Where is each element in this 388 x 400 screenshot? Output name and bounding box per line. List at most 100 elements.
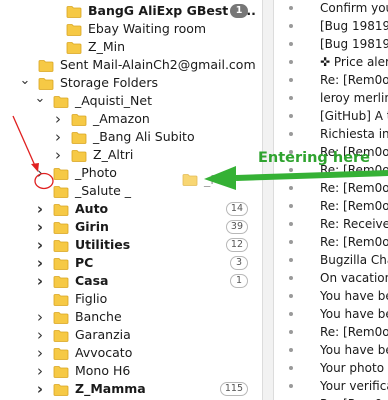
message-row[interactable]: Re: [Rem0o/ xyxy=(274,323,388,341)
folder-item[interactable]: › Garanzia xyxy=(0,326,250,344)
folder-item[interactable]: Ebay Waiting room xyxy=(0,20,250,38)
unread-count-badge: 14 xyxy=(225,202,248,216)
read-status-dot-icon[interactable] xyxy=(289,96,293,100)
chevron-down-icon[interactable]: ⌄ xyxy=(17,71,33,89)
message-row[interactable]: Your photo r xyxy=(274,359,388,377)
pane-splitter[interactable] xyxy=(262,0,274,400)
chevron-down-icon[interactable]: ⌄ xyxy=(32,89,48,107)
folder-item[interactable]: › Z_Mamma 115 xyxy=(0,380,250,398)
folder-item[interactable]: › Girin 39 xyxy=(0,218,250,236)
folder-icon xyxy=(71,113,87,126)
read-status-dot-icon[interactable] xyxy=(289,168,293,172)
message-row[interactable]: Re: [Rem0o/ xyxy=(274,179,388,197)
message-row[interactable]: You have bee xyxy=(274,341,388,359)
unread-count-badge: 115 xyxy=(219,382,248,396)
read-status-dot-icon[interactable] xyxy=(289,132,293,136)
chevron-right-icon[interactable]: › xyxy=(50,146,66,164)
read-status-dot-icon[interactable] xyxy=(289,348,293,352)
folder-item[interactable]: ⌄ _Aquisti_Net xyxy=(0,89,250,110)
folder-label: _Photo xyxy=(75,165,117,180)
read-status-dot-icon[interactable] xyxy=(289,78,293,82)
message-subject: ✜ Price alert xyxy=(320,55,388,69)
message-row[interactable]: You have bee xyxy=(274,287,388,305)
message-subject: Re: [Rem0o/ xyxy=(320,395,388,400)
chevron-right-icon[interactable]: › xyxy=(32,362,48,380)
read-status-dot-icon[interactable] xyxy=(289,294,293,298)
message-row[interactable]: Re: [Rem0o/ xyxy=(274,197,388,215)
chevron-right-icon[interactable]: › xyxy=(32,218,48,236)
chevron-right-icon[interactable]: › xyxy=(32,200,48,218)
message-list: Confirm you [Bug 198199 [Bug 198199 ✜ Price… xyxy=(274,0,388,400)
read-status-dot-icon[interactable] xyxy=(289,6,293,10)
folder-item[interactable]: Z_Min xyxy=(0,38,250,56)
read-status-dot-icon[interactable] xyxy=(289,258,293,262)
folder-icon xyxy=(53,239,69,252)
message-row[interactable]: [Bug 198199 xyxy=(274,17,388,35)
folder-item[interactable]: › Mono H6 xyxy=(0,362,250,380)
message-row[interactable]: You have bee xyxy=(274,305,388,323)
chevron-right-icon[interactable]: › xyxy=(50,110,66,128)
chevron-right-icon[interactable]: › xyxy=(32,308,48,326)
message-row[interactable]: leroy merlin xyxy=(274,89,388,107)
message-subject: You have bee xyxy=(320,289,388,303)
message-row[interactable]: Confirm you xyxy=(274,0,388,17)
chevron-right-icon[interactable]: › xyxy=(32,380,48,398)
chevron-right-icon[interactable]: › xyxy=(32,344,48,362)
message-subject: On vacation xyxy=(320,271,388,285)
message-row[interactable]: Richiesta info xyxy=(274,125,388,143)
chevron-right-icon[interactable]: › xyxy=(32,272,48,290)
message-row[interactable]: On vacation xyxy=(274,269,388,287)
message-row[interactable]: Re: [Rem0o/ xyxy=(274,233,388,251)
chevron-right-icon[interactable]: › xyxy=(32,254,48,272)
message-row[interactable]: Your verificat xyxy=(274,377,388,395)
message-subject: Re: Received xyxy=(320,217,388,231)
folder-item[interactable]: › Avvocato xyxy=(0,344,250,362)
folder-icon xyxy=(53,383,69,396)
read-status-dot-icon[interactable] xyxy=(289,60,293,64)
folder-label: _Salute _ xyxy=(75,183,132,198)
chevron-right-icon[interactable]: › xyxy=(50,128,66,146)
folder-item[interactable]: › PC 3 xyxy=(0,254,250,272)
read-status-dot-icon[interactable] xyxy=(289,330,293,334)
message-row[interactable]: ✜ Price alert xyxy=(274,53,388,71)
folder-item[interactable]: Figlio xyxy=(0,290,250,308)
read-status-dot-icon[interactable] xyxy=(289,42,293,46)
read-status-dot-icon[interactable] xyxy=(289,276,293,280)
folder-item[interactable]: › Auto 14 xyxy=(0,200,250,218)
read-status-dot-icon[interactable] xyxy=(289,114,293,118)
chevron-right-icon[interactable]: › xyxy=(32,326,48,344)
folder-item[interactable]: › Banche xyxy=(0,308,250,326)
message-subject: leroy merlin xyxy=(320,91,388,105)
folder-label: Garanzia xyxy=(75,327,131,342)
read-status-dot-icon[interactable] xyxy=(289,204,293,208)
read-status-dot-icon[interactable] xyxy=(289,366,293,370)
folder-item[interactable]: › Utilities 12 xyxy=(0,236,250,254)
message-row[interactable]: Bugzilla Char xyxy=(274,251,388,269)
folder-icon xyxy=(53,203,69,216)
chevron-right-icon[interactable]: › xyxy=(32,164,48,182)
message-row[interactable]: Re: [Rem0o/ xyxy=(274,71,388,89)
folder-item[interactable]: › _Bang Ali Subito xyxy=(0,128,250,146)
message-subject: Re: [Rem0o/ xyxy=(320,199,388,213)
read-status-dot-icon[interactable] xyxy=(289,186,293,190)
folder-item[interactable]: › _Amazon xyxy=(0,110,250,128)
folder-item[interactable]: BangG AliExp GBest S... 1 xyxy=(0,2,256,20)
folder-item[interactable]: Sent Mail-AlainCh2@gmail.com xyxy=(0,56,256,74)
read-status-dot-icon[interactable] xyxy=(289,384,293,388)
drag-ghost-label: _Ph xyxy=(204,171,226,187)
message-row[interactable]: Re: Received xyxy=(274,215,388,233)
read-status-dot-icon[interactable] xyxy=(289,312,293,316)
read-status-dot-icon[interactable] xyxy=(289,24,293,28)
read-status-dot-icon[interactable] xyxy=(289,240,293,244)
folder-icon xyxy=(53,347,69,360)
message-row[interactable]: Re: [Rem0o/ xyxy=(274,395,388,400)
folder-item[interactable]: › Z_Altri xyxy=(0,146,250,164)
read-status-dot-icon[interactable] xyxy=(289,222,293,226)
folder-label: _Bang Ali Subito xyxy=(93,129,195,144)
message-subject: [Bug 198199 xyxy=(320,37,388,51)
message-row[interactable]: [GitHub] A th xyxy=(274,107,388,125)
folder-item[interactable]: › Casa 1 xyxy=(0,272,250,290)
message-row[interactable]: [Bug 198199 xyxy=(274,35,388,53)
folder-label: _Amazon xyxy=(93,111,150,126)
chevron-right-icon[interactable]: › xyxy=(32,236,48,254)
